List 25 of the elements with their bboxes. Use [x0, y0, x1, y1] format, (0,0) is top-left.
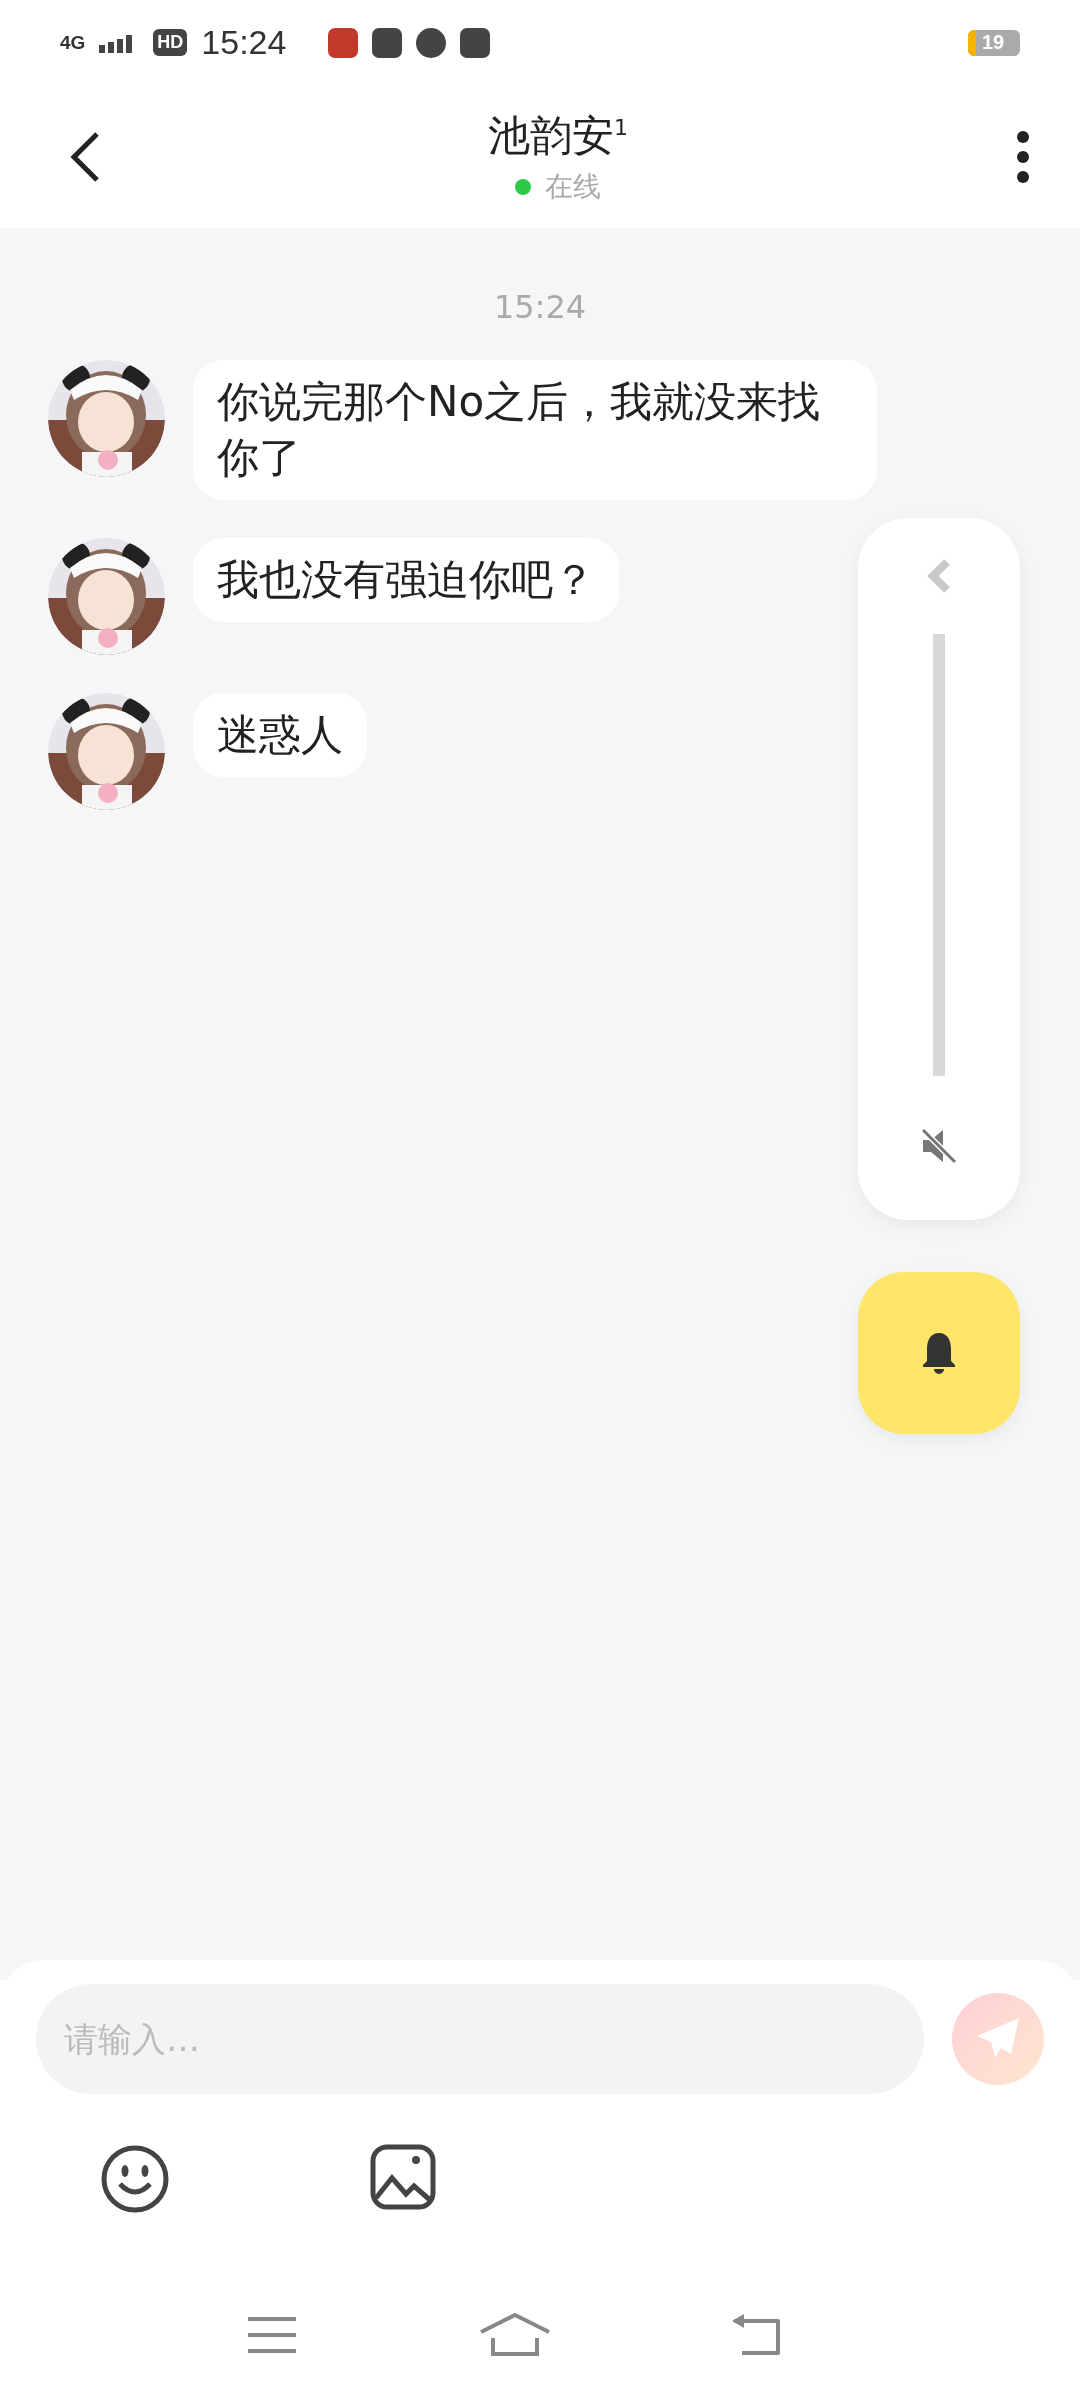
back-icon[interactable]: [70, 130, 100, 183]
online-dot: [515, 178, 531, 195]
hd-label: HD: [153, 29, 188, 56]
online-status: 在线: [545, 168, 601, 205]
clock: 15:24: [201, 23, 287, 62]
menu-icon[interactable]: [246, 2315, 298, 2355]
battery-level-text: 19: [982, 31, 1005, 54]
volume-slider[interactable]: [933, 634, 945, 1076]
muted-speaker-icon[interactable]: [919, 1126, 959, 1166]
more-icon[interactable]: [1016, 130, 1030, 183]
battery-fill: [968, 29, 976, 56]
contact-name: 池韵安$^{1}$: [488, 109, 628, 162]
timestamp: 15:24: [493, 288, 587, 326]
bell-icon: [921, 1331, 957, 1375]
home-icon[interactable]: [479, 2312, 551, 2358]
app-icon: [328, 27, 359, 58]
image-icon[interactable]: [370, 2144, 436, 2210]
message-bubble: 我也没有强迫你吧？: [193, 538, 619, 622]
message-bubble: 迷惑人: [193, 693, 367, 777]
bell-button[interactable]: [858, 1272, 1020, 1434]
message-bubble: 你说完那个No之后，我就没来找你了: [193, 360, 877, 500]
message-input[interactable]: 请输入…: [36, 1984, 924, 2094]
network-label: 4G: [60, 33, 86, 52]
emoji-icon[interactable]: [100, 2144, 170, 2214]
app-icon: [416, 27, 447, 58]
